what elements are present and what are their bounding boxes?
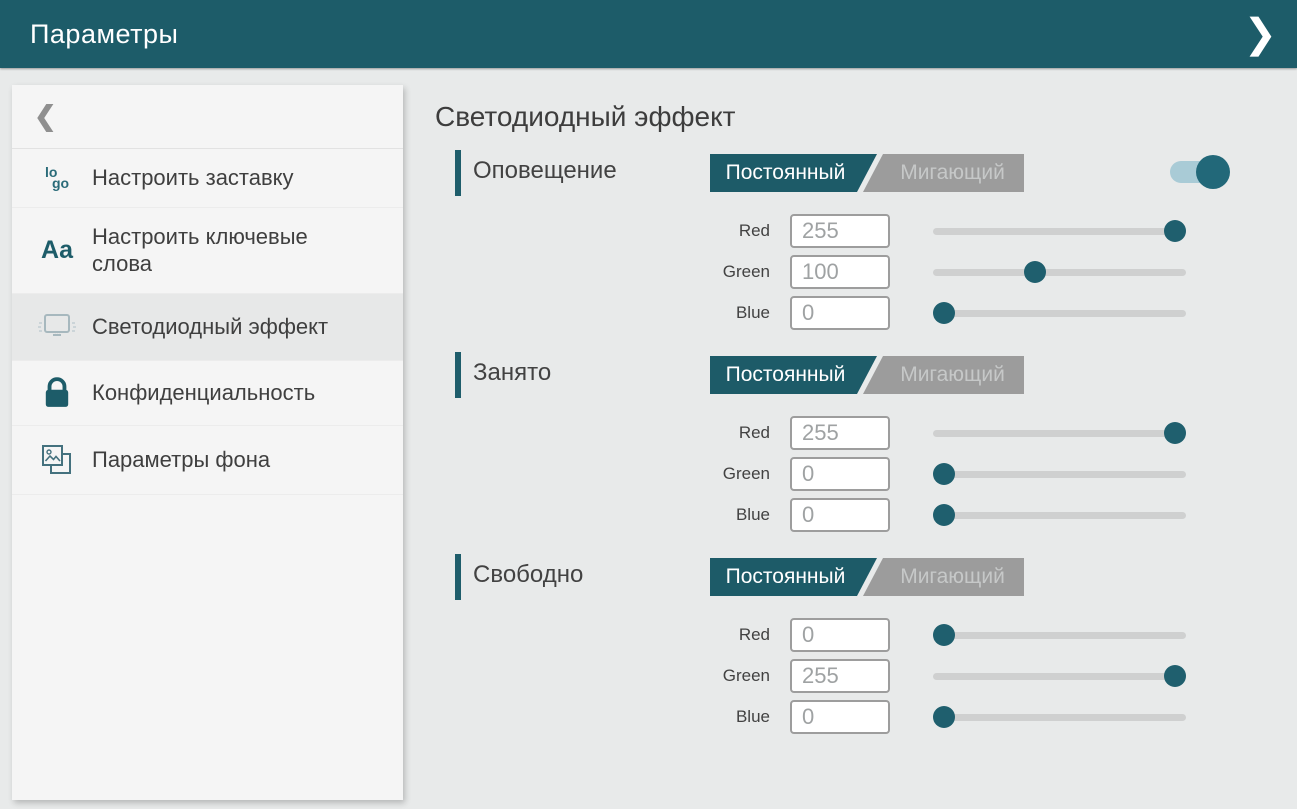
- sidebar-item-label: Конфиденциальность: [92, 380, 315, 406]
- monitor-icon: [28, 310, 86, 344]
- sidebar-item-label: Параметры фона: [92, 447, 270, 473]
- mode-blinking-button[interactable]: Мигающий: [863, 558, 1024, 596]
- content-title: Светодиодный эффект: [435, 101, 736, 133]
- led-section-free: Свободно Постоянный Мигающий Red Green B…: [435, 552, 1297, 752]
- mode-constant-button[interactable]: Постоянный: [710, 154, 877, 192]
- slider-thumb[interactable]: [1164, 422, 1186, 444]
- green-value-input[interactable]: [790, 659, 890, 693]
- green-value-input[interactable]: [790, 457, 890, 491]
- sidebar-item-privacy[interactable]: Конфиденциальность: [12, 361, 403, 426]
- slider-thumb[interactable]: [1164, 220, 1186, 242]
- red-label: Red: [700, 423, 790, 443]
- blue-label: Blue: [700, 505, 790, 525]
- text-aa-icon: Aa: [28, 236, 86, 265]
- sidebar-item-label: Настроить заставку: [92, 165, 294, 191]
- slider-thumb[interactable]: [1164, 665, 1186, 687]
- mode-constant-button[interactable]: Постоянный: [710, 558, 877, 596]
- section-accent-bar: [455, 554, 461, 600]
- slider-track: [933, 269, 1186, 276]
- blue-value-input[interactable]: [790, 498, 890, 532]
- slider-track: [933, 310, 1186, 317]
- blue-label: Blue: [700, 707, 790, 727]
- slider-track: [933, 632, 1186, 639]
- sidebar-item-keywords[interactable]: Aa Настроить ключевые слова: [12, 208, 403, 294]
- green-slider[interactable]: [933, 457, 1186, 491]
- blue-slider[interactable]: [933, 498, 1186, 532]
- section-title: Свободно: [473, 561, 583, 589]
- slider-thumb[interactable]: [933, 624, 955, 646]
- section-accent-bar: [455, 150, 461, 196]
- section-title: Оповещение: [473, 157, 617, 185]
- switch-knob: [1196, 155, 1230, 189]
- rgb-controls: Red Green Blue: [700, 214, 1186, 337]
- red-slider[interactable]: [933, 618, 1186, 652]
- blue-label: Blue: [700, 303, 790, 323]
- slider-thumb[interactable]: [933, 706, 955, 728]
- mode-constant-button[interactable]: Постоянный: [710, 356, 877, 394]
- app-header: Параметры ❯: [0, 0, 1297, 68]
- green-label: Green: [700, 464, 790, 484]
- green-slider[interactable]: [933, 659, 1186, 693]
- red-row: Red: [700, 416, 1186, 450]
- section-title: Занято: [473, 359, 551, 387]
- red-value-input[interactable]: [790, 214, 890, 248]
- red-label: Red: [700, 625, 790, 645]
- section-enable-switch[interactable]: [1170, 155, 1226, 189]
- green-row: Green: [700, 457, 1186, 491]
- red-label: Red: [700, 221, 790, 241]
- blue-value-input[interactable]: [790, 296, 890, 330]
- green-row: Green: [700, 255, 1186, 289]
- slider-thumb[interactable]: [933, 463, 955, 485]
- blue-slider[interactable]: [933, 296, 1186, 330]
- led-section-notification: Оповещение Постоянный Мигающий Red Green…: [435, 148, 1297, 348]
- mode-toggle: Постоянный Мигающий: [710, 558, 1024, 596]
- slider-track: [933, 228, 1186, 235]
- page-title: Параметры: [30, 19, 178, 50]
- green-label: Green: [700, 262, 790, 282]
- green-slider[interactable]: [933, 255, 1186, 289]
- chevron-left-icon: ❮: [34, 101, 57, 132]
- slider-track: [933, 512, 1186, 519]
- red-value-input[interactable]: [790, 416, 890, 450]
- mode-blinking-button[interactable]: Мигающий: [863, 356, 1024, 394]
- slider-thumb[interactable]: [933, 302, 955, 324]
- slider-track: [933, 673, 1186, 680]
- sidebar: ❮ logo Настроить заставку Aa Настроить к…: [12, 85, 403, 800]
- red-slider[interactable]: [933, 214, 1186, 248]
- rgb-controls: Red Green Blue: [700, 416, 1186, 539]
- blue-row: Blue: [700, 296, 1186, 330]
- blue-row: Blue: [700, 498, 1186, 532]
- sidebar-item-led-effect[interactable]: Светодиодный эффект: [12, 294, 403, 361]
- section-accent-bar: [455, 352, 461, 398]
- green-value-input[interactable]: [790, 255, 890, 289]
- blue-slider[interactable]: [933, 700, 1186, 734]
- led-section-busy: Занято Постоянный Мигающий Red Green Blu…: [435, 350, 1297, 550]
- red-row: Red: [700, 618, 1186, 652]
- slider-track: [933, 471, 1186, 478]
- back-button[interactable]: ❮: [12, 85, 403, 149]
- sidebar-item-label: Светодиодный эффект: [92, 314, 328, 340]
- images-icon: [28, 442, 86, 478]
- red-slider[interactable]: [933, 416, 1186, 450]
- green-label: Green: [700, 666, 790, 686]
- sidebar-item-label: Настроить ключевые слова: [92, 224, 332, 277]
- chevron-right-icon[interactable]: ❯: [1237, 14, 1283, 54]
- slider-thumb[interactable]: [1024, 261, 1046, 283]
- slider-thumb[interactable]: [933, 504, 955, 526]
- lock-icon: [28, 377, 86, 409]
- slider-track: [933, 714, 1186, 721]
- blue-row: Blue: [700, 700, 1186, 734]
- mode-toggle: Постоянный Мигающий: [710, 154, 1024, 192]
- sidebar-item-screensaver[interactable]: logo Настроить заставку: [12, 149, 403, 208]
- red-value-input[interactable]: [790, 618, 890, 652]
- green-row: Green: [700, 659, 1186, 693]
- rgb-controls: Red Green Blue: [700, 618, 1186, 741]
- slider-track: [933, 430, 1186, 437]
- mode-blinking-button[interactable]: Мигающий: [863, 154, 1024, 192]
- sidebar-item-background[interactable]: Параметры фона: [12, 426, 403, 495]
- blue-value-input[interactable]: [790, 700, 890, 734]
- logo-icon: logo: [28, 167, 86, 189]
- red-row: Red: [700, 214, 1186, 248]
- mode-toggle: Постоянный Мигающий: [710, 356, 1024, 394]
